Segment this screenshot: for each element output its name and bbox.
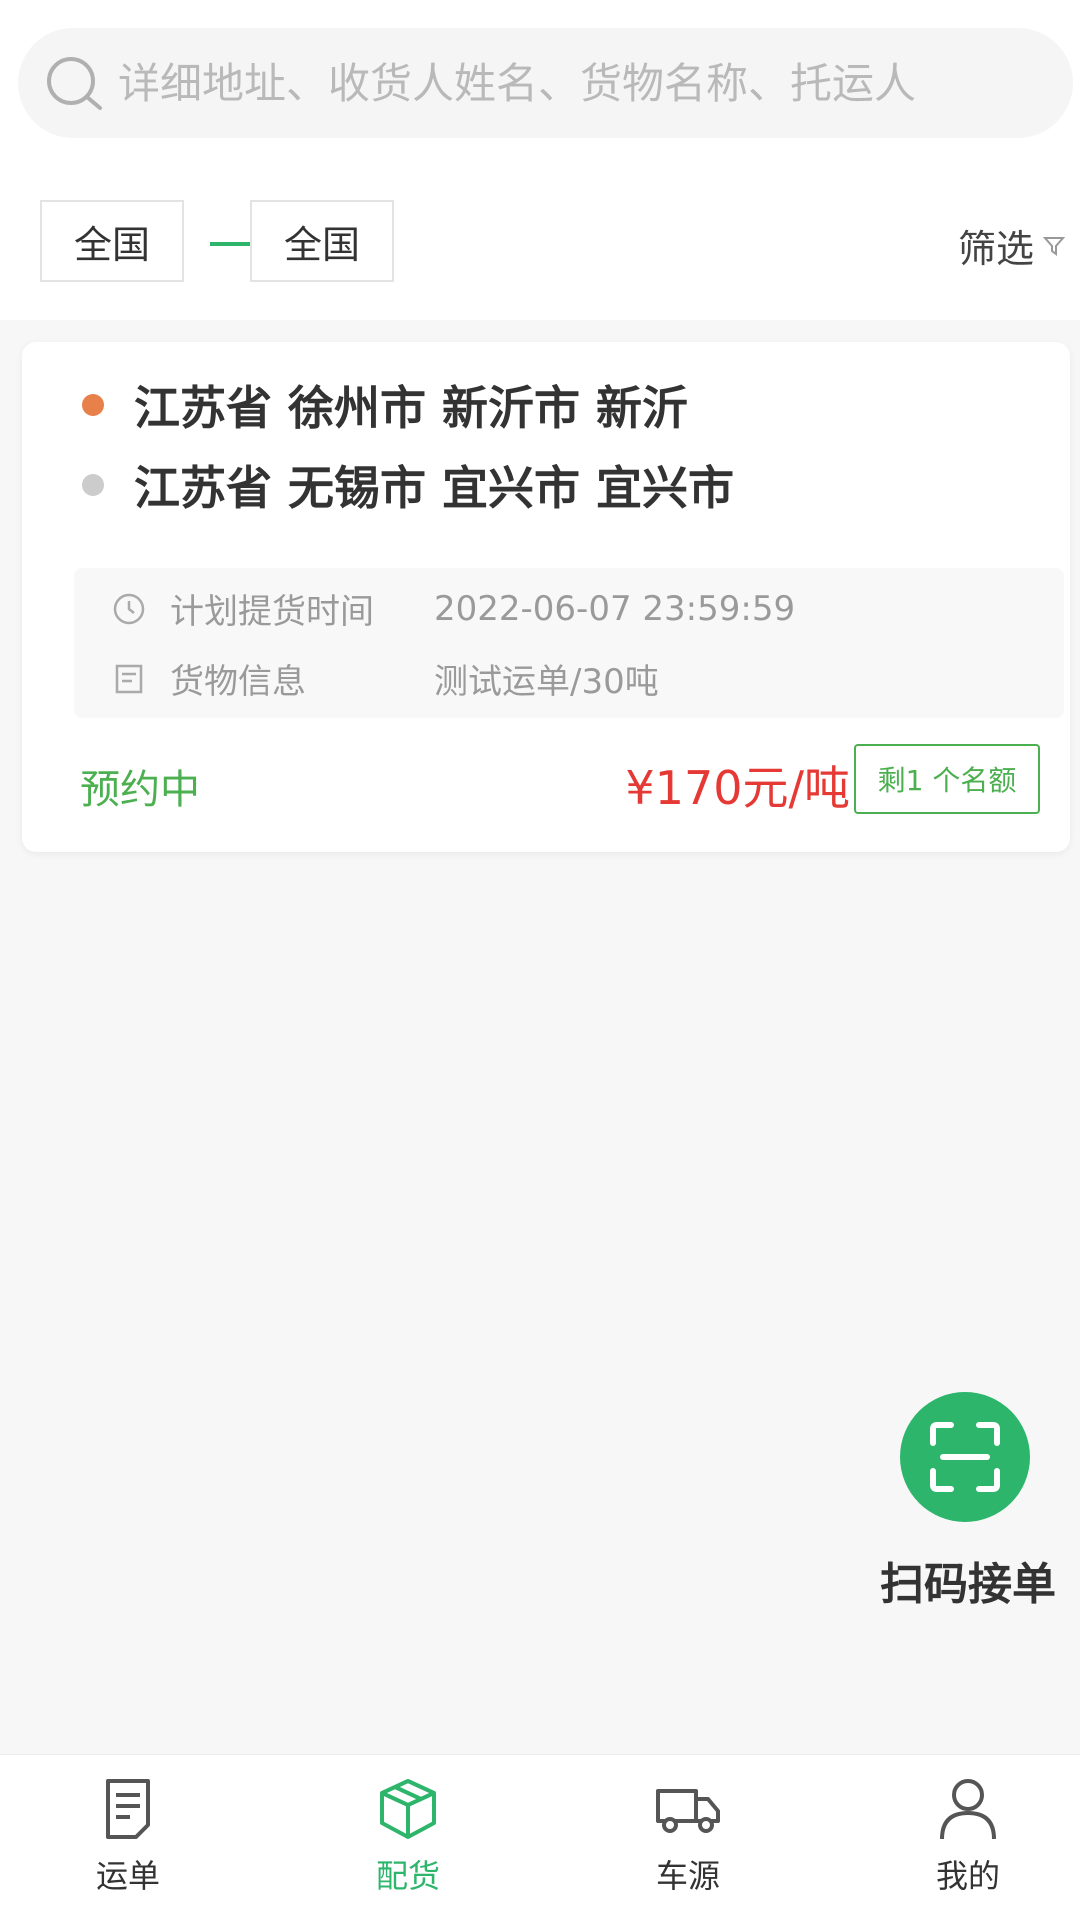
search-input[interactable] [118,58,1018,108]
order-card[interactable]: 江苏省 徐州市 新沂市 新沂 江苏省 无锡市 宜兴市 宜兴市 计划提货时间 20… [22,342,1070,852]
origin-region-label: 全国 [73,222,150,267]
cargo-info-value: 测试运单/30吨 [434,662,659,702]
destination-dot [82,474,104,496]
truck-icon [656,1789,720,1833]
scan-icon [930,1422,1000,1492]
pickup-time-row: 计划提货时间 2022-06-07 23:59:59 [112,584,795,633]
cargo-info-row: 货物信息 测试运单/30吨 [112,654,659,703]
tab-distribution-label: 配货 [375,1857,440,1895]
scan-order-label[interactable]: 扫码接单 [880,1548,1056,1612]
destination-address: 江苏省 无锡市 宜兴市 宜兴市 [134,461,735,515]
order-price: ¥170元/吨 [625,761,850,815]
document-icon [115,664,143,693]
origin-row: 江苏省 徐州市 新沂市 新沂 [82,372,688,438]
tab-distribution[interactable]: 配货 [328,1775,488,1897]
destination-region-label: 全国 [283,222,360,267]
tab-waybill-label: 运单 [95,1857,160,1895]
search-bar[interactable] [18,28,1073,138]
filter-button[interactable]: 筛选 [958,218,1066,273]
order-info-box: 计划提货时间 2022-06-07 23:59:59 货物信息 测试运单/30吨 [74,568,1064,718]
bottom-tab-bar: 运单 配货 车源 我的 [0,1754,1080,1920]
cargo-info-label: 货物信息 [170,662,306,702]
origin-dot [82,394,104,416]
waybill-icon [106,1779,150,1839]
tab-mine[interactable]: 我的 [888,1775,1048,1897]
tab-vehicles[interactable]: 车源 [608,1775,768,1897]
pickup-time-label: 计划提货时间 [170,592,374,632]
destination-region-select[interactable]: 全国 [250,200,394,282]
pickup-time-value: 2022-06-07 23:59:59 [434,588,796,629]
tab-mine-label: 我的 [935,1857,1000,1895]
tab-vehicles-label: 车源 [655,1857,720,1895]
user-icon [940,1779,996,1840]
scan-order-button[interactable] [900,1392,1030,1522]
clock-icon [113,593,145,624]
box-icon [380,1779,436,1839]
quota-badge: 剩1 个名额 [854,744,1040,814]
origin-region-select[interactable]: 全国 [40,200,184,282]
tab-waybill[interactable]: 运单 [48,1775,208,1897]
origin-address: 江苏省 徐州市 新沂市 新沂 [134,381,689,435]
filter-icon [1042,236,1066,256]
order-status: 预约中 [80,767,200,813]
search-icon [47,57,102,110]
filter-label: 筛选 [957,227,1034,271]
destination-row: 江苏省 无锡市 宜兴市 宜兴市 [82,452,734,518]
top-area: 全国 全国 筛选 [0,0,1080,320]
quota-text: 剩1 个名额 [877,764,1017,797]
